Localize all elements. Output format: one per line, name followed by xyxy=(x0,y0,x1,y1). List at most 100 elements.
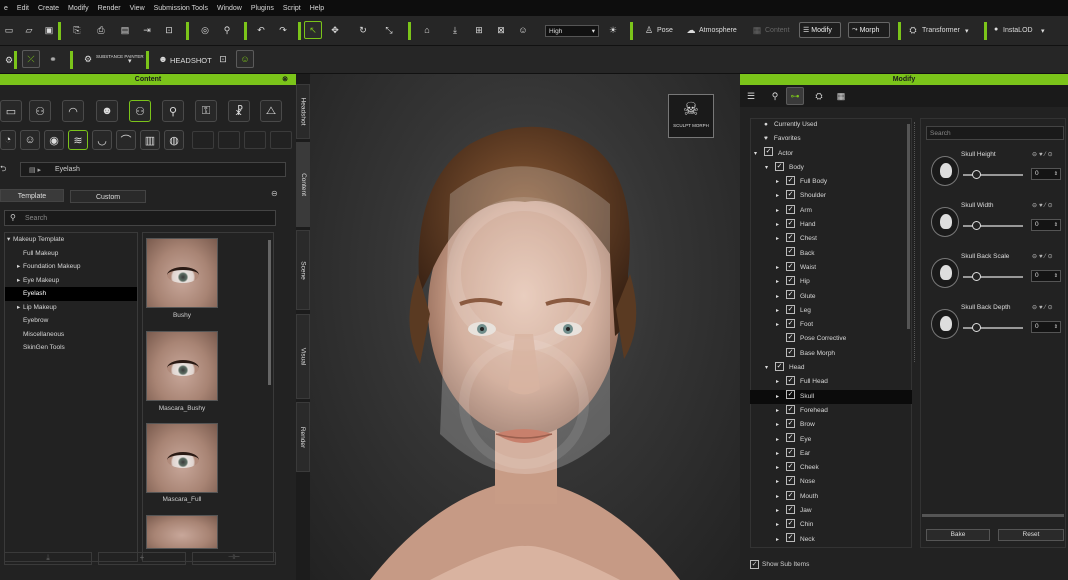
substance-label[interactable]: SUBSTANCE PAINTER xyxy=(96,54,144,59)
tree-item[interactable]: ▸ Eye Makeup xyxy=(5,274,137,288)
spinner-icon[interactable]: ⇕ xyxy=(1054,322,1058,332)
expand-arrow-icon[interactable]: ▸ xyxy=(776,404,786,418)
outfit-icon[interactable]: ⚇ xyxy=(129,100,151,122)
tree-scrollbar[interactable] xyxy=(907,124,910,329)
morph-tree-item[interactable]: ▸ ✓ Leg xyxy=(750,304,912,318)
modify-button[interactable]: ☰ Modify xyxy=(799,22,841,38)
tree-item[interactable]: ▾ Makeup Template xyxy=(5,233,137,247)
lips-icon[interactable]: ◡ xyxy=(92,130,112,150)
morph-tree-item[interactable]: ▸ ✓ Cheek xyxy=(750,461,912,475)
pose-icon[interactable]: ♙ xyxy=(640,21,658,39)
headshot-face-icon[interactable]: ☺ xyxy=(236,50,254,68)
slider-scrollbar[interactable] xyxy=(922,514,1064,517)
download-icon[interactable]: ⤓ xyxy=(4,552,92,565)
spinner-icon[interactable]: ⇕ xyxy=(1054,271,1058,281)
slider-value-field[interactable]: 0 ⇕ xyxy=(1031,321,1061,333)
morph-tree-item[interactable]: ▾ ✓ Body xyxy=(750,161,912,175)
morph-tree-item[interactable]: ✓ Pose Corrective xyxy=(750,332,912,346)
home-icon[interactable]: ⌂ xyxy=(418,21,436,39)
thumb-mascara-bushy[interactable] xyxy=(146,331,218,401)
open-folder-icon[interactable]: ▱ xyxy=(20,21,38,39)
checkbox[interactable]: ✓ xyxy=(786,318,795,328)
eyebrow-icon[interactable]: ⌒ xyxy=(116,130,136,150)
face-icon[interactable]: ☺ xyxy=(514,21,532,39)
morph-tree-item[interactable]: ▸ ✓ Full Body xyxy=(750,175,912,189)
content-search[interactable]: ⚲ Search xyxy=(4,210,276,226)
spinner-icon[interactable]: ⇕ xyxy=(1054,169,1058,179)
menu-item[interactable]: Submission Tools xyxy=(154,5,208,12)
tab-template[interactable]: Template xyxy=(0,189,64,202)
back-icon[interactable]: ⮌ xyxy=(0,163,10,177)
checkbox[interactable]: ✓ xyxy=(786,304,795,314)
checkbox[interactable]: ✓ xyxy=(786,261,795,271)
morph-tree-item[interactable]: ▸ ✓ Jaw xyxy=(750,504,912,518)
content-icon[interactable]: ▦ xyxy=(748,21,766,39)
morph-tree-item[interactable]: ▸ ✓ Foot xyxy=(750,318,912,332)
morph-tree-item[interactable]: ▸ ✓ Hip xyxy=(750,275,912,289)
new-project-icon[interactable]: ▭ xyxy=(0,21,18,39)
undo-icon[interactable]: ↶ xyxy=(252,21,270,39)
accessory-icon[interactable]: ⚲ xyxy=(162,100,184,122)
menu-item[interactable]: Script xyxy=(283,5,301,12)
expand-arrow-icon[interactable]: ▸ xyxy=(776,290,786,304)
expand-arrow-icon[interactable]: ▸ xyxy=(776,390,786,404)
material-icon[interactable]: ⛭ xyxy=(810,87,828,105)
menu-item[interactable]: Modify xyxy=(68,5,89,12)
pose-figure-icon[interactable]: ☧ xyxy=(228,100,250,122)
morph-tree-item[interactable]: ▸ ✓ Glute xyxy=(750,290,912,304)
grid-icon[interactable]: ⊞ xyxy=(470,21,488,39)
tab-headshot[interactable]: Headshot xyxy=(296,84,310,139)
expand-arrow-icon[interactable]: ▸ xyxy=(776,533,786,547)
select-arrow-icon[interactable]: ↖ xyxy=(304,21,322,39)
panel-splitter[interactable] xyxy=(914,122,918,362)
thumb-partial[interactable] xyxy=(146,515,218,549)
reset-button[interactable]: Reset xyxy=(998,529,1064,541)
morph-tab-icon[interactable]: ⊶ xyxy=(786,87,804,105)
expand-arrow-icon[interactable]: ▸ xyxy=(776,204,786,218)
thumb-bushy[interactable] xyxy=(146,238,218,308)
motion-icon[interactable]: ⚲ xyxy=(766,87,784,105)
slider-options-icon[interactable]: ⊖♥⁄⊙ xyxy=(1032,304,1055,311)
move-icon[interactable]: ✥ xyxy=(326,21,344,39)
checkbox[interactable]: ✓ xyxy=(786,390,795,400)
checkbox[interactable]: ✓ xyxy=(786,447,795,457)
morph-tree-item[interactable]: ✓ Base Morph xyxy=(750,347,912,361)
checkbox[interactable]: ✓ xyxy=(786,404,795,414)
morph-tree-item[interactable]: ▸ ✓ Neck xyxy=(750,533,912,547)
expand-arrow-icon[interactable]: ▸ xyxy=(776,375,786,389)
expand-arrow-icon[interactable]: ▸ xyxy=(776,518,786,532)
checkbox[interactable]: ✓ xyxy=(786,290,795,300)
checkbox[interactable]: ✓ xyxy=(786,247,795,257)
makeup-icon[interactable]: ▥ xyxy=(140,130,160,150)
slider-value-field[interactable]: 0 ⇕ xyxy=(1031,270,1061,282)
folder-icon[interactable]: ▭ xyxy=(0,100,22,122)
morph-tree-item[interactable]: ▾ ✓ Actor xyxy=(750,147,912,161)
transformer-icon[interactable]: ⛭ xyxy=(904,21,922,39)
sun-icon[interactable]: ☀ xyxy=(604,21,622,39)
expand-arrow-icon[interactable]: ▸ xyxy=(776,261,786,275)
expand-arrow-icon[interactable]: ▾ xyxy=(754,147,764,161)
spinner-icon[interactable]: ⇕ xyxy=(1054,220,1058,230)
drop-to-floor-icon[interactable]: ⤓ xyxy=(446,21,464,39)
checkbox[interactable]: ✓ xyxy=(786,333,795,343)
checkbox[interactable]: ✓ xyxy=(786,204,795,214)
expand-arrow-icon[interactable]: ▸ xyxy=(776,475,786,489)
pick-icon[interactable]: ⤫ xyxy=(22,50,40,68)
transformer-dropdown-icon[interactable]: ▾ xyxy=(965,27,969,35)
menu-item[interactable]: Create xyxy=(38,5,59,12)
walk-icon[interactable]: ⚲ xyxy=(218,21,236,39)
slider-handle[interactable] xyxy=(972,272,981,281)
morph-tree-item[interactable]: ▸ ✓ Skull xyxy=(750,389,912,404)
expand-arrow-icon[interactable]: ▸ xyxy=(776,504,786,518)
expand-arrow-icon[interactable]: ▸ xyxy=(776,232,786,246)
checkbox[interactable]: ✓ xyxy=(786,218,795,228)
screenshot-icon[interactable]: ⊡ xyxy=(160,21,178,39)
panel-close-icon[interactable]: ⊗ xyxy=(282,74,288,85)
atmosphere-label[interactable]: Atmosphere xyxy=(699,27,737,34)
group-icon[interactable]: ⚭ xyxy=(44,50,62,68)
thumbnail-scrollbar[interactable] xyxy=(268,240,271,385)
tree-item[interactable]: Eyebrow xyxy=(5,314,137,328)
substance-icon[interactable]: ⚙ xyxy=(79,50,97,68)
menu-item[interactable]: Plugins xyxy=(251,5,274,12)
tab-content[interactable]: Content xyxy=(296,142,310,227)
